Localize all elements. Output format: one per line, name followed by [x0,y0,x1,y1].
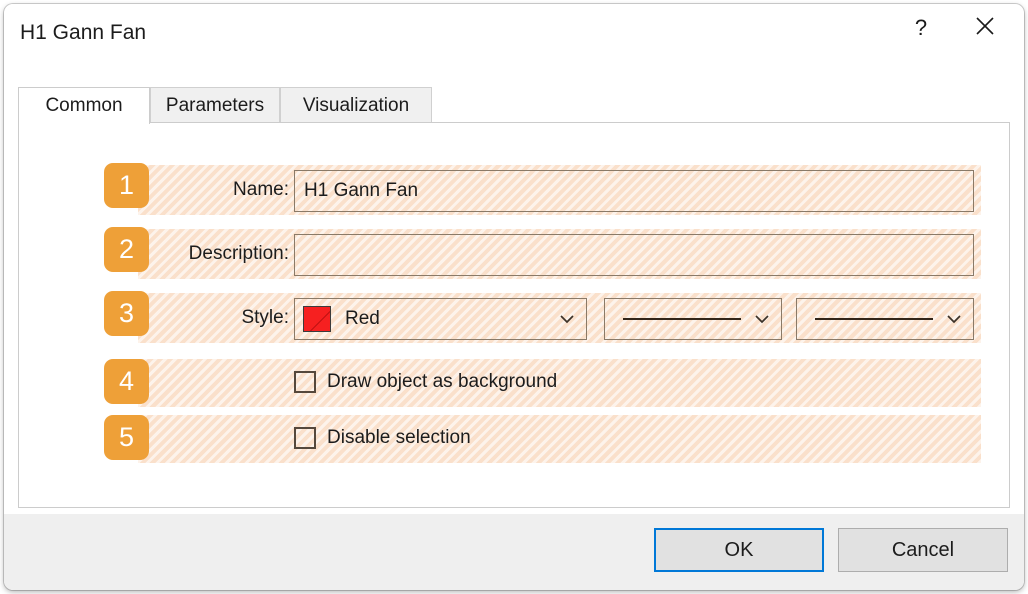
close-glyph [973,14,997,38]
draw-as-background-checkbox-row[interactable]: Draw object as background [294,371,557,393]
tab-visualization[interactable]: Visualization [280,87,432,123]
tab-content-common: 1 Name: 2 Description: 3 Style: Red [18,122,1010,508]
tab-strip: Common Parameters Visualization [18,87,1010,123]
help-glyph: ? [915,17,927,39]
row-highlight-draw-background [138,359,981,407]
description-input[interactable] [294,234,974,276]
step-badge-1: 1 [104,163,149,208]
chevron-down-icon [947,315,961,324]
style-color-value: Red [345,308,380,330]
title-bar: H1 Gann Fan ? [4,4,1024,63]
chevron-down-icon [560,315,574,324]
dialog-window: H1 Gann Fan ? Common Parameters Visualiz… [4,4,1024,590]
color-swatch-icon [303,306,331,332]
close-icon[interactable] [954,4,1016,48]
tab-visualization-label: Visualization [303,95,409,117]
style-color-dropdown[interactable]: Red [294,298,587,340]
name-input[interactable] [294,170,974,212]
help-icon[interactable]: ? [890,4,952,48]
step-badge-3: 3 [104,291,149,336]
tab-common-label: Common [45,95,122,117]
chevron-down-icon [755,315,769,324]
draw-as-background-checkbox[interactable] [294,371,316,393]
solid-line-icon [623,318,741,320]
solid-line-icon [815,318,933,320]
line-style-dropdown[interactable] [604,298,782,340]
step-badge-4: 4 [104,359,149,404]
style-label: Style: [149,307,289,329]
name-label: Name: [149,179,289,201]
dialog-footer: OK Cancel [4,514,1024,590]
disable-selection-checkbox[interactable] [294,427,316,449]
tab-parameters[interactable]: Parameters [150,87,280,123]
disable-selection-label: Disable selection [327,427,471,449]
draw-as-background-label: Draw object as background [327,371,557,393]
cancel-button[interactable]: Cancel [838,528,1008,572]
line-width-dropdown[interactable] [796,298,974,340]
window-title: H1 Gann Fan [20,21,146,45]
tab-parameters-label: Parameters [166,95,264,117]
step-badge-2: 2 [104,227,149,272]
tab-common[interactable]: Common [18,87,150,124]
disable-selection-checkbox-row[interactable]: Disable selection [294,427,471,449]
ok-button[interactable]: OK [654,528,824,572]
description-label: Description: [149,243,289,265]
step-badge-5: 5 [104,415,149,460]
row-highlight-disable-selection [138,415,981,463]
